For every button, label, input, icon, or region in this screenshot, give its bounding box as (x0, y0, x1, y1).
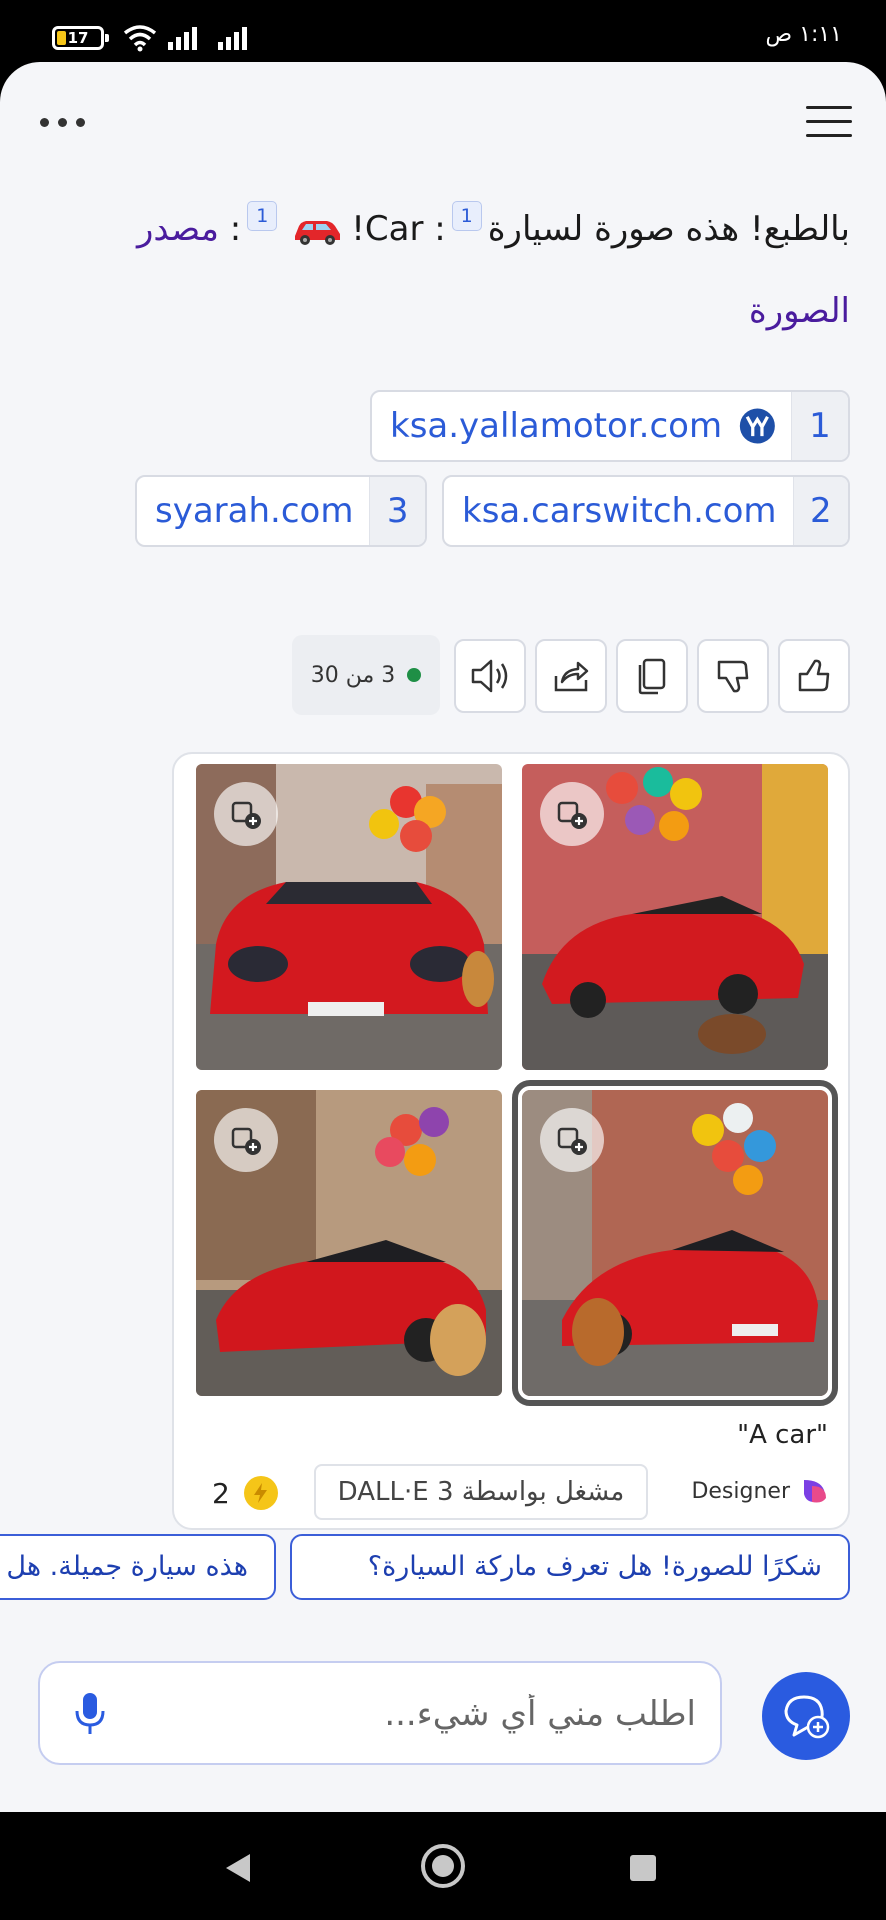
composer (38, 1661, 722, 1765)
copilot-app: بالطبع! هذه صورة لسيارة1: Car! 1: مصدر ا… (0, 62, 886, 1812)
like-icon (798, 659, 830, 692)
new-chat-icon (784, 1695, 830, 1739)
dislike-icon (717, 660, 749, 693)
message-text-2: : Car! (351, 209, 446, 249)
system-nav-bar (0, 1812, 886, 1920)
source-number: 1 (790, 392, 848, 460)
suggestion-chip-2[interactable]: هذه سيارة جميلة. هل يمكنك رسم سيارة أخرى… (0, 1534, 276, 1600)
generated-image-1[interactable] (196, 764, 502, 1070)
microphone-icon[interactable] (74, 1691, 106, 1741)
home-nav-icon[interactable] (421, 1844, 465, 1888)
boost-counter: 2 (212, 1476, 278, 1510)
source-number: 2 (792, 477, 848, 545)
source-domain: ksa.yallamotor.com (390, 406, 723, 446)
wifi-icon (123, 25, 157, 52)
generated-image-2[interactable] (522, 764, 828, 1070)
car-emoji-icon (291, 200, 343, 274)
status-bar: 17 ١:١١ ص (0, 0, 886, 62)
signal-icon-1 (168, 27, 197, 50)
signal-icon-2 (218, 27, 247, 50)
clock: ١:١١ ص (765, 22, 842, 47)
add-to-collection-icon[interactable] (540, 782, 604, 846)
share-icon (554, 661, 589, 692)
back-nav-icon[interactable] (226, 1854, 250, 1882)
battery-icon: 17 (52, 26, 109, 50)
boost-bolt-icon (243, 1476, 278, 1510)
source-number: 3 (369, 477, 425, 545)
dislike-button[interactable] (697, 639, 769, 713)
add-to-collection-icon[interactable] (214, 1108, 278, 1172)
source-chip-1[interactable]: 1 ksa.yallamotor.com (370, 390, 850, 462)
share-button[interactable] (535, 639, 607, 713)
assistant-message: بالطبع! هذه صورة لسيارة1: Car! 1: مصدر ا… (50, 192, 850, 348)
speaker-button[interactable] (454, 639, 526, 713)
like-button[interactable] (778, 639, 850, 713)
generated-images-card: "A car" Designer مشغل بواسطة DALL·E 3 2 (172, 752, 850, 1530)
reference-badge[interactable]: 1 (247, 201, 278, 231)
more-dots-icon[interactable] (38, 110, 92, 134)
source-domain: ksa.carswitch.com (462, 491, 777, 531)
new-topic-button[interactable] (762, 1672, 850, 1760)
yallamotor-logo-icon (739, 408, 775, 444)
copy-button[interactable] (616, 639, 688, 713)
copy-icon (638, 658, 666, 695)
generated-image-4-selected[interactable] (512, 1080, 838, 1406)
designer-logo-icon (804, 1480, 826, 1503)
reference-badge[interactable]: 1 (451, 201, 482, 231)
image-card-footer: Designer مشغل بواسطة DALL·E 3 2 (174, 1464, 848, 1524)
response-counter: 3 من 30 (292, 635, 440, 715)
suggestion-chip-1[interactable]: شكرًا للصورة! هل تعرف ماركة السيارة؟ (290, 1534, 850, 1600)
message-text-3: : (218, 209, 242, 249)
designer-brand[interactable]: Designer (691, 1476, 830, 1506)
recents-nav-icon[interactable] (630, 1855, 656, 1881)
add-to-collection-icon[interactable] (540, 1108, 604, 1172)
speaker-icon (471, 659, 508, 693)
hamburger-menu-icon[interactable] (806, 102, 854, 142)
source-chip-2[interactable]: 2 ksa.carswitch.com (442, 475, 850, 547)
add-to-collection-icon[interactable] (214, 782, 278, 846)
source-chip-3[interactable]: 3 syarah.com (135, 475, 427, 547)
message-text-1: بالطبع! هذه صورة لسيارة (487, 209, 850, 249)
source-domain: syarah.com (155, 491, 354, 531)
chat-input[interactable] (136, 1683, 696, 1745)
powered-by-dalle: مشغل بواسطة DALL·E 3 (314, 1464, 648, 1520)
status-dot (407, 668, 422, 682)
image-prompt: "A car" (737, 1420, 828, 1450)
generated-image-3[interactable] (196, 1090, 502, 1396)
battery-level: 17 (67, 29, 89, 47)
